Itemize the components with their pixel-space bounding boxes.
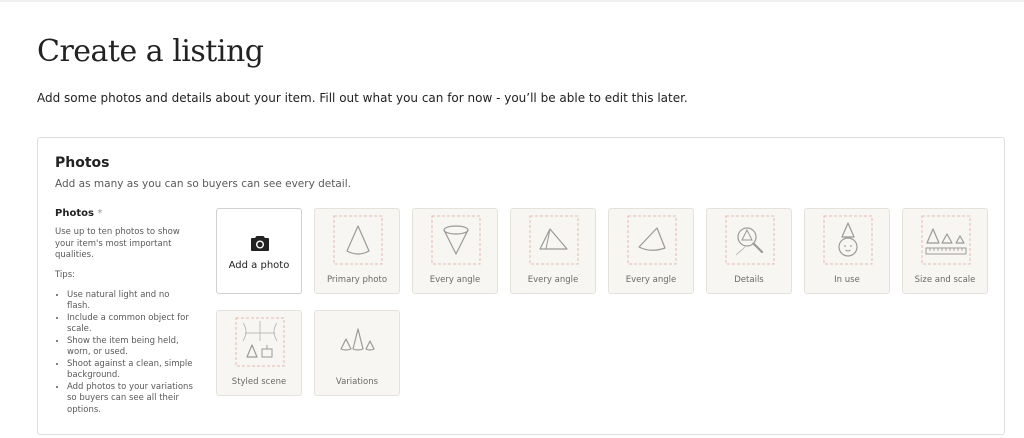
- photo-slot-label: Every angle: [429, 275, 481, 285]
- add-photo-button[interactable]: Add a photo: [216, 208, 302, 294]
- add-photo-label: Add a photo: [228, 260, 290, 271]
- photo-slot-label: Details: [734, 275, 764, 285]
- camera-icon: [251, 236, 269, 251]
- photo-slot-every-angle-3[interactable]: Every angle: [608, 208, 694, 294]
- photo-slot-primary[interactable]: Primary photo: [314, 208, 400, 294]
- photo-slot-label: Styled scene: [231, 377, 287, 387]
- window-icon: [235, 317, 285, 367]
- photo-slot-label: Every angle: [625, 275, 677, 285]
- section-description: Add as many as you can so buyers can see…: [55, 178, 351, 190]
- ruler-icon: [921, 215, 971, 265]
- cone-inverted-icon: [431, 215, 481, 265]
- tips-list: Use natural light and no flash. Include …: [55, 290, 195, 417]
- photo-slot-label: In use: [834, 275, 860, 285]
- photos-help-label: Photos: [55, 208, 94, 219]
- tip-item: Show the item being held, worn, or used.: [67, 336, 195, 359]
- photos-help-text: Use up to ten photos to show your item's…: [55, 227, 180, 260]
- cone-side-icon: [627, 215, 677, 265]
- photo-slot-label: Variations: [335, 377, 379, 387]
- photo-slot-size-and-scale[interactable]: Size and scale: [902, 208, 988, 294]
- photo-slot-label: Every angle: [527, 275, 579, 285]
- tip-item: Shoot against a clean, simple background…: [67, 359, 195, 382]
- top-divider: [0, 0, 1024, 2]
- photo-slot-variations[interactable]: Variations: [314, 310, 400, 396]
- section-title: Photos: [55, 155, 110, 171]
- photo-slot-every-angle-1[interactable]: Every angle: [412, 208, 498, 294]
- magnifier-icon: [725, 215, 775, 265]
- photo-slot-every-angle-2[interactable]: Every angle: [510, 208, 596, 294]
- photos-panel: Photos Add as many as you can so buyers …: [37, 137, 1005, 435]
- photos-help: Photos * Use up to ten photos to show yo…: [55, 208, 195, 416]
- person-icon: [823, 215, 873, 265]
- cone-tilted-icon: [529, 215, 579, 265]
- cones-icon: [340, 328, 375, 351]
- tip-item: Use natural light and no flash.: [67, 290, 195, 313]
- tips-label: Tips:: [55, 269, 75, 280]
- tip-item: Include a common object for scale.: [67, 313, 195, 336]
- photo-slot-label: Primary photo: [326, 275, 388, 285]
- photo-slot-in-use[interactable]: In use: [804, 208, 890, 294]
- photo-slot-label: Size and scale: [914, 275, 976, 285]
- photo-slot-styled-scene[interactable]: Styled scene: [216, 310, 302, 396]
- page-subtitle: Add some photos and details about your i…: [37, 91, 688, 105]
- cone-icon: [333, 215, 383, 265]
- required-mark: *: [97, 208, 103, 219]
- photo-slot-details[interactable]: Details: [706, 208, 792, 294]
- photos-help-title: Photos *: [55, 208, 195, 219]
- tip-item: Add photos to your variations so buyers …: [67, 382, 195, 417]
- page-title: Create a listing: [37, 34, 264, 69]
